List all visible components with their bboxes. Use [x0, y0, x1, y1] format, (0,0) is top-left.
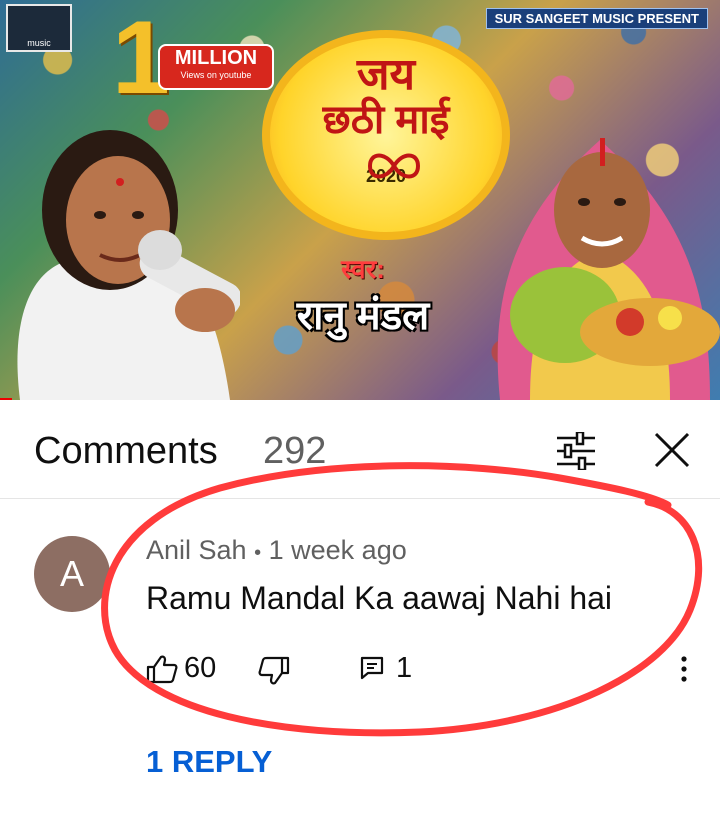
thumbs-down-icon[interactable]	[258, 656, 290, 686]
singer-prefix: स्वर:	[341, 254, 385, 284]
thumbnail-title-line2: छठी माई	[322, 98, 450, 142]
sort-filter-icon[interactable]	[555, 432, 597, 470]
comments-title: Comments	[34, 430, 218, 472]
badge-pill: MILLION Views on youtube	[158, 44, 274, 90]
badge-subtext: Views on youtube	[180, 70, 252, 80]
singer-right-figure	[497, 138, 720, 400]
reply-count: 1	[396, 652, 413, 684]
singer-credit: स्वर: रानु मंडल	[268, 250, 458, 341]
singer-left-figure	[17, 130, 240, 400]
avatar[interactable]: A	[34, 536, 110, 612]
comment-text: Ramu Mandal Ka aawaj Nahi hai	[146, 580, 613, 616]
thumbnail-title-line1: जय	[356, 50, 416, 99]
video-thumbnail[interactable]: music SUR SANGEET MUSIC PRESENT 1 MILLIO…	[0, 0, 720, 400]
badge-text: MILLION	[174, 47, 258, 69]
channel-logo: music	[6, 4, 72, 52]
comment-meta: Anil Sah • 1 week ago	[146, 535, 407, 566]
presenter-banner: SUR SANGEET MUSIC PRESENT	[485, 8, 708, 29]
like-count: 60	[184, 652, 217, 684]
million-views-badge: 1 MILLION Views on youtube	[112, 6, 274, 116]
comment-author[interactable]: Anil Sah	[146, 535, 247, 565]
meta-separator: •	[254, 542, 262, 564]
comment-time: 1 week ago	[268, 535, 407, 565]
channel-logo-text: music	[27, 38, 51, 48]
close-icon[interactable]	[652, 430, 692, 470]
more-options-icon[interactable]	[678, 655, 690, 683]
thumbs-up-icon[interactable]	[146, 654, 178, 684]
view-replies-button[interactable]: 1 REPLY	[146, 744, 272, 780]
singer-name: रानु मंडल	[296, 294, 430, 338]
infinity-ornament	[367, 153, 421, 179]
comments-count: 292	[263, 430, 327, 472]
reply-icon[interactable]	[360, 656, 384, 680]
